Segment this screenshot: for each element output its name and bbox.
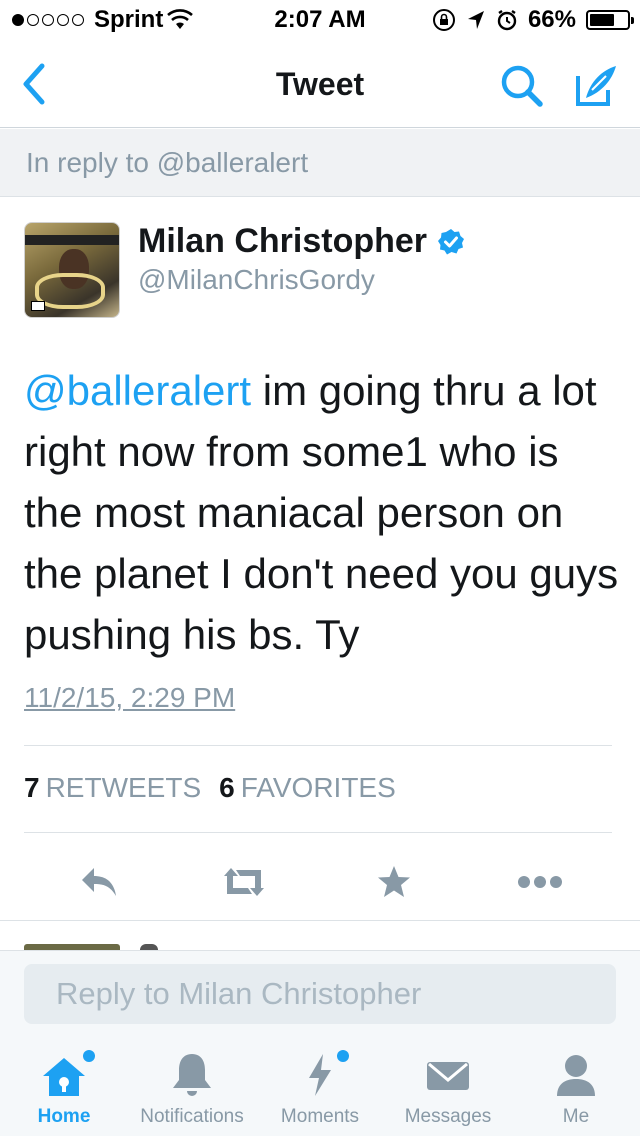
divider (24, 745, 612, 746)
star-icon (378, 866, 410, 897)
battery-percent: 66% (527, 6, 576, 33)
more-button[interactable] (516, 860, 564, 904)
search-icon (501, 65, 543, 107)
moments-badge (337, 1050, 349, 1062)
retweets-stat[interactable]: 7 RETWEETS (24, 772, 201, 804)
in-reply-to-banner[interactable]: In reply to @balleralert (0, 129, 640, 197)
tab-moments[interactable]: Moments (256, 1050, 384, 1136)
bell-icon (173, 1054, 211, 1096)
alarm-icon (497, 10, 517, 31)
more-icon (518, 876, 562, 888)
reply-input[interactable]: Reply to Milan Christopher (24, 964, 616, 1024)
tab-messages-label: Messages (404, 1106, 492, 1127)
reply-button[interactable] (76, 860, 124, 904)
retweets-count: 7 (24, 772, 40, 803)
verified-badge-icon (438, 228, 465, 254)
retweet-icon (224, 868, 264, 896)
battery-level (590, 14, 614, 26)
user-name-row[interactable]: Milan Christopher (138, 222, 465, 261)
favorite-button[interactable] (370, 860, 418, 904)
avatar[interactable] (24, 222, 120, 318)
status-bar: Sprint 2:07 AM 66% (0, 0, 640, 40)
person-icon (557, 1055, 595, 1096)
tab-moments-label: Moments (280, 1106, 360, 1127)
tweet-stats: 7 RETWEETS 6 FAVORITES (24, 772, 396, 804)
envelope-icon (427, 1062, 469, 1090)
battery-icon (586, 10, 634, 30)
compose-icon (576, 66, 616, 106)
retweets-label: RETWEETS (45, 772, 202, 803)
tab-home-label: Home (37, 1106, 91, 1127)
compose-button[interactable] (572, 62, 620, 110)
home-badge (83, 1050, 95, 1062)
reply-placeholder: Reply to Milan Christopher (56, 976, 422, 1011)
tab-home[interactable]: Home (0, 1050, 128, 1136)
favorites-count: 6 (219, 772, 235, 803)
tab-notifications-label: Notifications (140, 1106, 244, 1127)
search-button[interactable] (498, 62, 546, 110)
tweet-actions (0, 846, 640, 918)
rotation-lock-icon (432, 9, 455, 31)
user-handle[interactable]: @MilanChrisGordy (138, 264, 375, 296)
tweet-text: @balleralert im going thru a lot right n… (24, 360, 624, 665)
divider (24, 832, 612, 833)
tab-messages[interactable]: Messages (384, 1050, 512, 1136)
tab-bar: Home Notifications Moments Messages Me (0, 1038, 640, 1136)
retweet-button[interactable] (220, 860, 268, 904)
tab-notifications[interactable]: Notifications (128, 1050, 256, 1136)
tweet-timestamp[interactable]: 11/2/15, 2:29 PM (24, 682, 235, 714)
mention-link[interactable]: @balleralert (24, 367, 251, 414)
in-reply-to-text: In reply to @balleralert (26, 147, 309, 178)
status-right: 66% (432, 6, 634, 34)
user-name: Milan Christopher (138, 222, 428, 260)
divider (0, 920, 640, 921)
tab-me-label: Me (562, 1106, 590, 1127)
tab-me[interactable]: Me (512, 1050, 640, 1136)
nav-bar: Tweet (0, 40, 640, 128)
favorites-label: FAVORITES (240, 772, 396, 803)
reply-icon (82, 868, 116, 896)
location-arrow-icon (467, 11, 484, 29)
favorites-stat[interactable]: 6 FAVORITES (219, 772, 396, 804)
